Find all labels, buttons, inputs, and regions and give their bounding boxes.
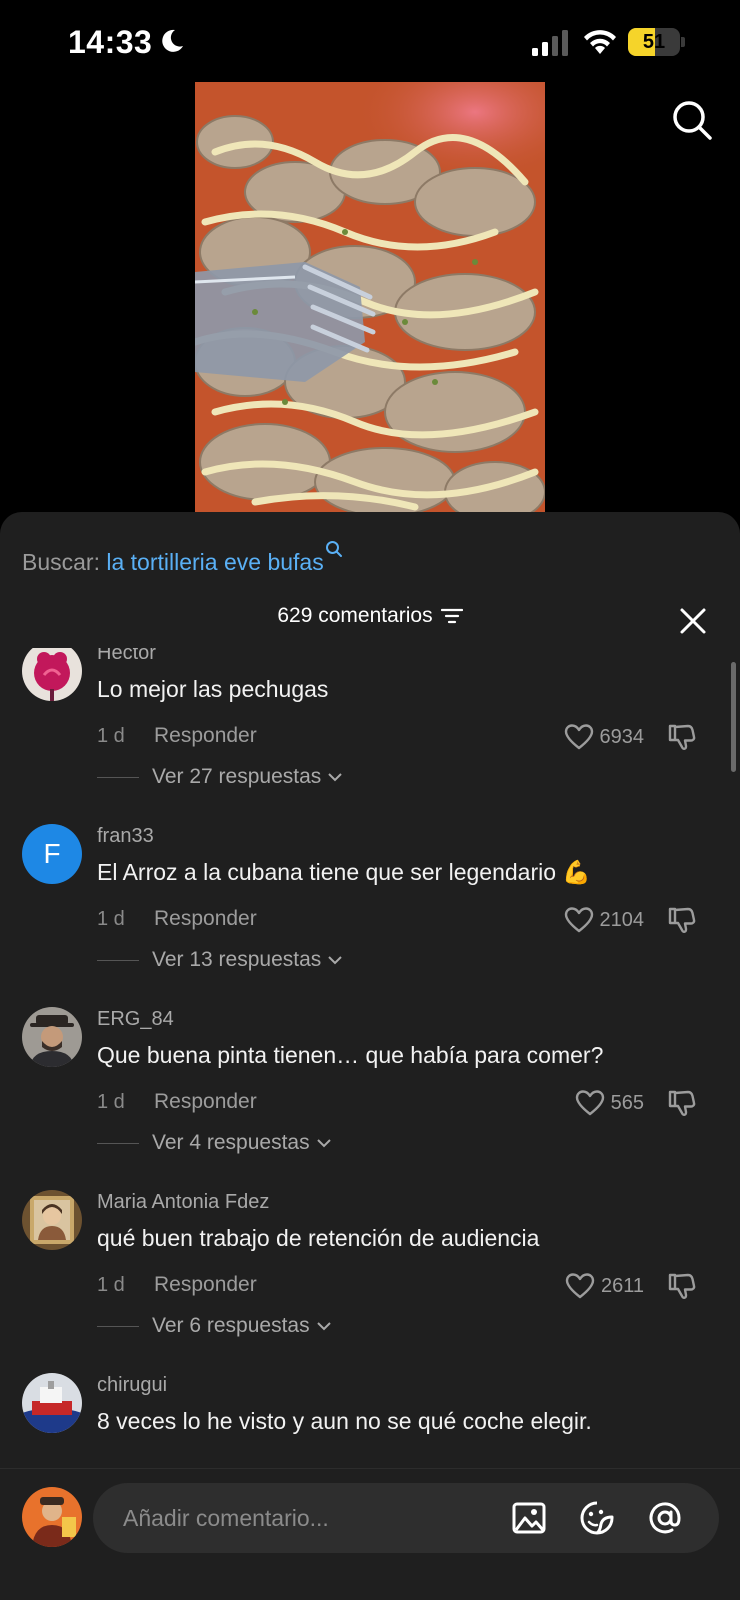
video-player[interactable]	[0, 80, 740, 512]
at-icon[interactable]	[647, 1500, 683, 1536]
like-button[interactable]: 2104	[564, 906, 645, 934]
search-suggestion-term[interactable]: la tortilleria eve bufas	[106, 549, 323, 575]
heart-icon	[564, 907, 593, 933]
filter-icon[interactable]	[440, 607, 463, 625]
comment-item: F fran33 El Arroz a la cubana tiene que …	[0, 824, 740, 1011]
view-replies-label: Ver 6 respuestas	[152, 1314, 310, 1337]
status-bar: 14:33 51	[0, 0, 740, 80]
avatar[interactable]: F	[22, 824, 82, 884]
avatar[interactable]	[22, 648, 82, 701]
comment-age: 1 d	[97, 1274, 125, 1296]
comment-text: Lo mejor las pechugas	[97, 676, 329, 702]
battery-level: 51	[642, 31, 666, 53]
comment-text: 8 veces lo he visto y aun no se qué coch…	[97, 1408, 592, 1434]
search-icon	[325, 541, 342, 557]
avatar[interactable]	[22, 1487, 82, 1547]
comment-item: ERG_84 Que buena pinta tienen… que había…	[0, 1007, 740, 1194]
comment-age: 1 d	[97, 725, 125, 747]
video-thumbnail[interactable]	[195, 82, 545, 512]
search-icon[interactable]	[670, 98, 714, 142]
comment-item: Maria Antonia Fdez qué buen trabajo de r…	[0, 1190, 740, 1377]
avatar[interactable]	[22, 1373, 82, 1433]
dislike-icon[interactable]	[666, 1270, 698, 1302]
view-replies-label: Ver 4 respuestas	[152, 1131, 310, 1154]
reply-button[interactable]: Responder	[154, 1090, 257, 1114]
like-count: 565	[610, 1091, 644, 1114]
reply-button[interactable]: Responder	[154, 1273, 257, 1297]
avatar-letter: F	[43, 838, 61, 869]
avatar[interactable]	[22, 1007, 82, 1067]
divider	[97, 960, 139, 961]
view-replies-link[interactable]: Ver 4 respuestas	[152, 1131, 332, 1155]
comment-username[interactable]: fran33	[97, 825, 154, 848]
comment-input-container[interactable]	[93, 1483, 719, 1553]
chevron-down-icon	[328, 956, 342, 965]
divider	[97, 1326, 139, 1327]
search-suggestion-prefix: Buscar:	[22, 549, 107, 575]
chevron-down-icon	[328, 773, 342, 782]
comment-text: qué buen trabajo de retención de audienc…	[97, 1225, 540, 1251]
comment-username[interactable]: Maria Antonia Fdez	[97, 1191, 269, 1214]
comment-age: 1 d	[97, 1091, 125, 1113]
dislike-icon[interactable]	[666, 721, 698, 753]
heart-icon	[564, 724, 593, 750]
heart-icon	[565, 1273, 595, 1299]
signal-icon	[532, 30, 568, 56]
dislike-icon[interactable]	[666, 904, 698, 936]
reply-button[interactable]: Responder	[154, 724, 257, 748]
chevron-down-icon	[316, 1139, 331, 1148]
comment-username[interactable]: Hector	[97, 648, 156, 665]
like-count: 2104	[599, 908, 645, 931]
status-time: 14:33	[68, 24, 153, 60]
divider	[97, 1143, 139, 1144]
like-button[interactable]: 2611	[565, 1272, 644, 1300]
comment-username[interactable]: ERG_84	[97, 1008, 174, 1031]
close-icon[interactable]	[678, 606, 708, 636]
view-replies-label: Ver 13 respuestas	[152, 948, 322, 971]
divider	[97, 777, 139, 778]
view-replies-link[interactable]: Ver 27 respuestas	[152, 765, 343, 789]
wifi-icon	[584, 30, 616, 54]
comment-item: Hector Lo mejor las pechugas 1 d Respond…	[0, 648, 740, 828]
like-count: 6934	[599, 725, 645, 748]
moon-icon	[162, 29, 183, 52]
like-button[interactable]: 565	[575, 1089, 644, 1117]
emoji-icon[interactable]	[579, 1500, 615, 1536]
view-replies-link[interactable]: Ver 13 respuestas	[152, 948, 343, 972]
image-icon[interactable]	[511, 1500, 547, 1536]
comments-sheet: Buscar: la tortilleria eve bufas 629 com…	[0, 512, 740, 1600]
comment-username[interactable]: chirugui	[97, 1374, 167, 1397]
comment-input[interactable]	[123, 1483, 483, 1553]
like-count: 2611	[600, 1274, 644, 1297]
comment-text: Que buena pinta tienen… que había para c…	[97, 1042, 604, 1068]
chevron-down-icon	[316, 1322, 331, 1331]
comment-composer	[0, 1468, 740, 1600]
avatar[interactable]	[22, 1190, 82, 1250]
like-button[interactable]: 6934	[564, 723, 645, 751]
search-suggestion[interactable]: Buscar: la tortilleria eve bufas	[22, 540, 343, 576]
comment-list: Hector Lo mejor las pechugas 1 d Respond…	[0, 648, 740, 1436]
comment-item: chirugui 8 veces lo he visto y aun no se…	[0, 1373, 740, 1436]
battery-indicator: 51	[628, 28, 686, 56]
view-replies-link[interactable]: Ver 6 respuestas	[152, 1314, 332, 1338]
comment-age: 1 d	[97, 908, 125, 930]
comments-header: 629 comentarios	[0, 604, 740, 640]
reply-button[interactable]: Responder	[154, 907, 257, 931]
view-replies-label: Ver 27 respuestas	[152, 765, 322, 788]
dislike-icon[interactable]	[666, 1087, 698, 1119]
comment-count: 629 comentarios	[277, 604, 433, 627]
comment-text: El Arroz a la cubana tiene que ser legen…	[97, 859, 592, 885]
heart-icon	[575, 1090, 604, 1116]
